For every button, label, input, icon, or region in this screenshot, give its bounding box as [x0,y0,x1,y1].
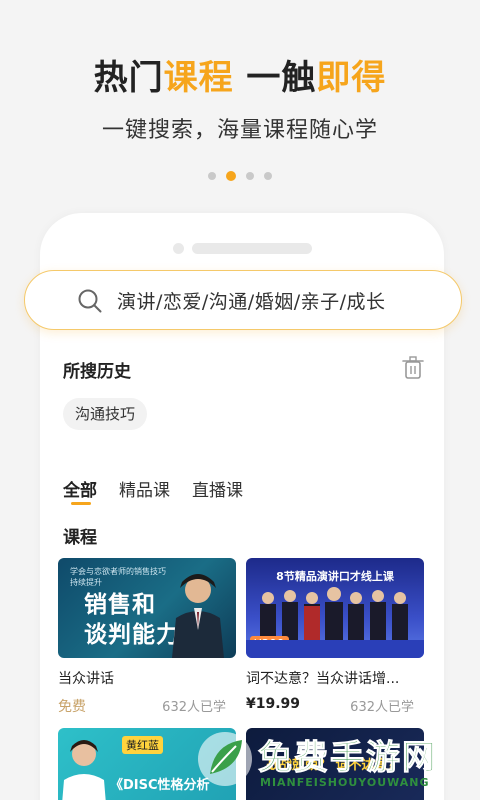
watermark-subtext: MIANFEISHOUYOUWANG [260,776,430,789]
search-input[interactable]: 演讲/恋爱/沟通/婚姻/亲子/成长 [117,287,386,314]
course-title[interactable]: 当众讲话 [58,668,226,688]
course-title[interactable]: 词不达意？当众讲话增... [246,668,414,688]
page-dot-3[interactable] [246,172,254,180]
page-dot-4[interactable] [264,172,272,180]
thumbnail-headline: 8节精品演讲口才线上课 [276,570,394,583]
course-price: ¥19.99 [246,696,301,712]
page-indicator [0,171,480,181]
tab-all[interactable]: 全部 [63,476,97,505]
thumbnail-caption: 学会与恋欲者师的销售技巧 持续提升 [70,567,166,587]
tab-live[interactable]: 直播课 [192,476,243,501]
history-chip[interactable]: 沟通技巧 [63,398,148,430]
watermark: 免费手游网 MIANFEISHOUYOUWANG [190,722,480,800]
course-learners: 632人已学 [350,700,414,715]
course-price: 免费 [58,699,86,715]
page-dot-2[interactable] [226,171,236,181]
thumbnail-footer-bar [246,640,424,658]
watermark-text: 免费手游网 [258,738,438,779]
course-meta: 免费 632人已学 [58,696,226,716]
hero-title: 热门课程 一触即得 [0,50,480,99]
page-dot-1[interactable] [208,172,216,180]
presenter-image [62,740,106,800]
course-card[interactable]: 学会与恋欲者师的销售技巧 持续提升 销售和 谈判能力 当众讲话 免费 632人已… [58,558,236,716]
hero-title-part2: 一触 [233,58,317,98]
course-card[interactable]: 8节精品演讲口才线上课 ¥399 词不达意？当众讲话增... ¥19.99 63… [246,558,424,715]
presenter-image [172,574,224,658]
history-title: 所搜历史 [63,362,131,382]
thumbnail-tag: 黄红蓝 [122,736,163,754]
course-tabs: 全部 精品课 直播课 [63,476,243,505]
hero-subtitle: 一键搜索，海量课程随心学 [101,118,378,143]
trash-icon[interactable] [402,356,424,380]
course-thumbnail[interactable]: 学会与恋欲者师的销售技巧 持续提升 销售和 谈判能力 [58,558,236,658]
watermark-leaf-logo [198,732,252,786]
hero-title-highlight1: 课程 [163,58,234,98]
hero-title-highlight2: 即得 [316,58,387,98]
course-meta: ¥19.99 632人已学 [246,696,414,715]
course-learners: 632人已学 [162,700,226,715]
thumbnail-headline: 销售和 谈判能力 [84,592,180,648]
camera-dot [173,243,184,254]
hero-title-part1: 热门 [93,58,164,98]
course-thumbnail[interactable]: 8节精品演讲口才线上课 ¥399 [246,558,424,658]
speaker-bar [192,243,312,254]
group-photo-image [260,587,408,644]
courses-section-title: 课程 [63,528,97,548]
tab-premium[interactable]: 精品课 [119,476,170,501]
search-icon [78,289,102,313]
search-bar[interactable]: 演讲/恋爱/沟通/婚姻/亲子/成长 [24,270,462,330]
